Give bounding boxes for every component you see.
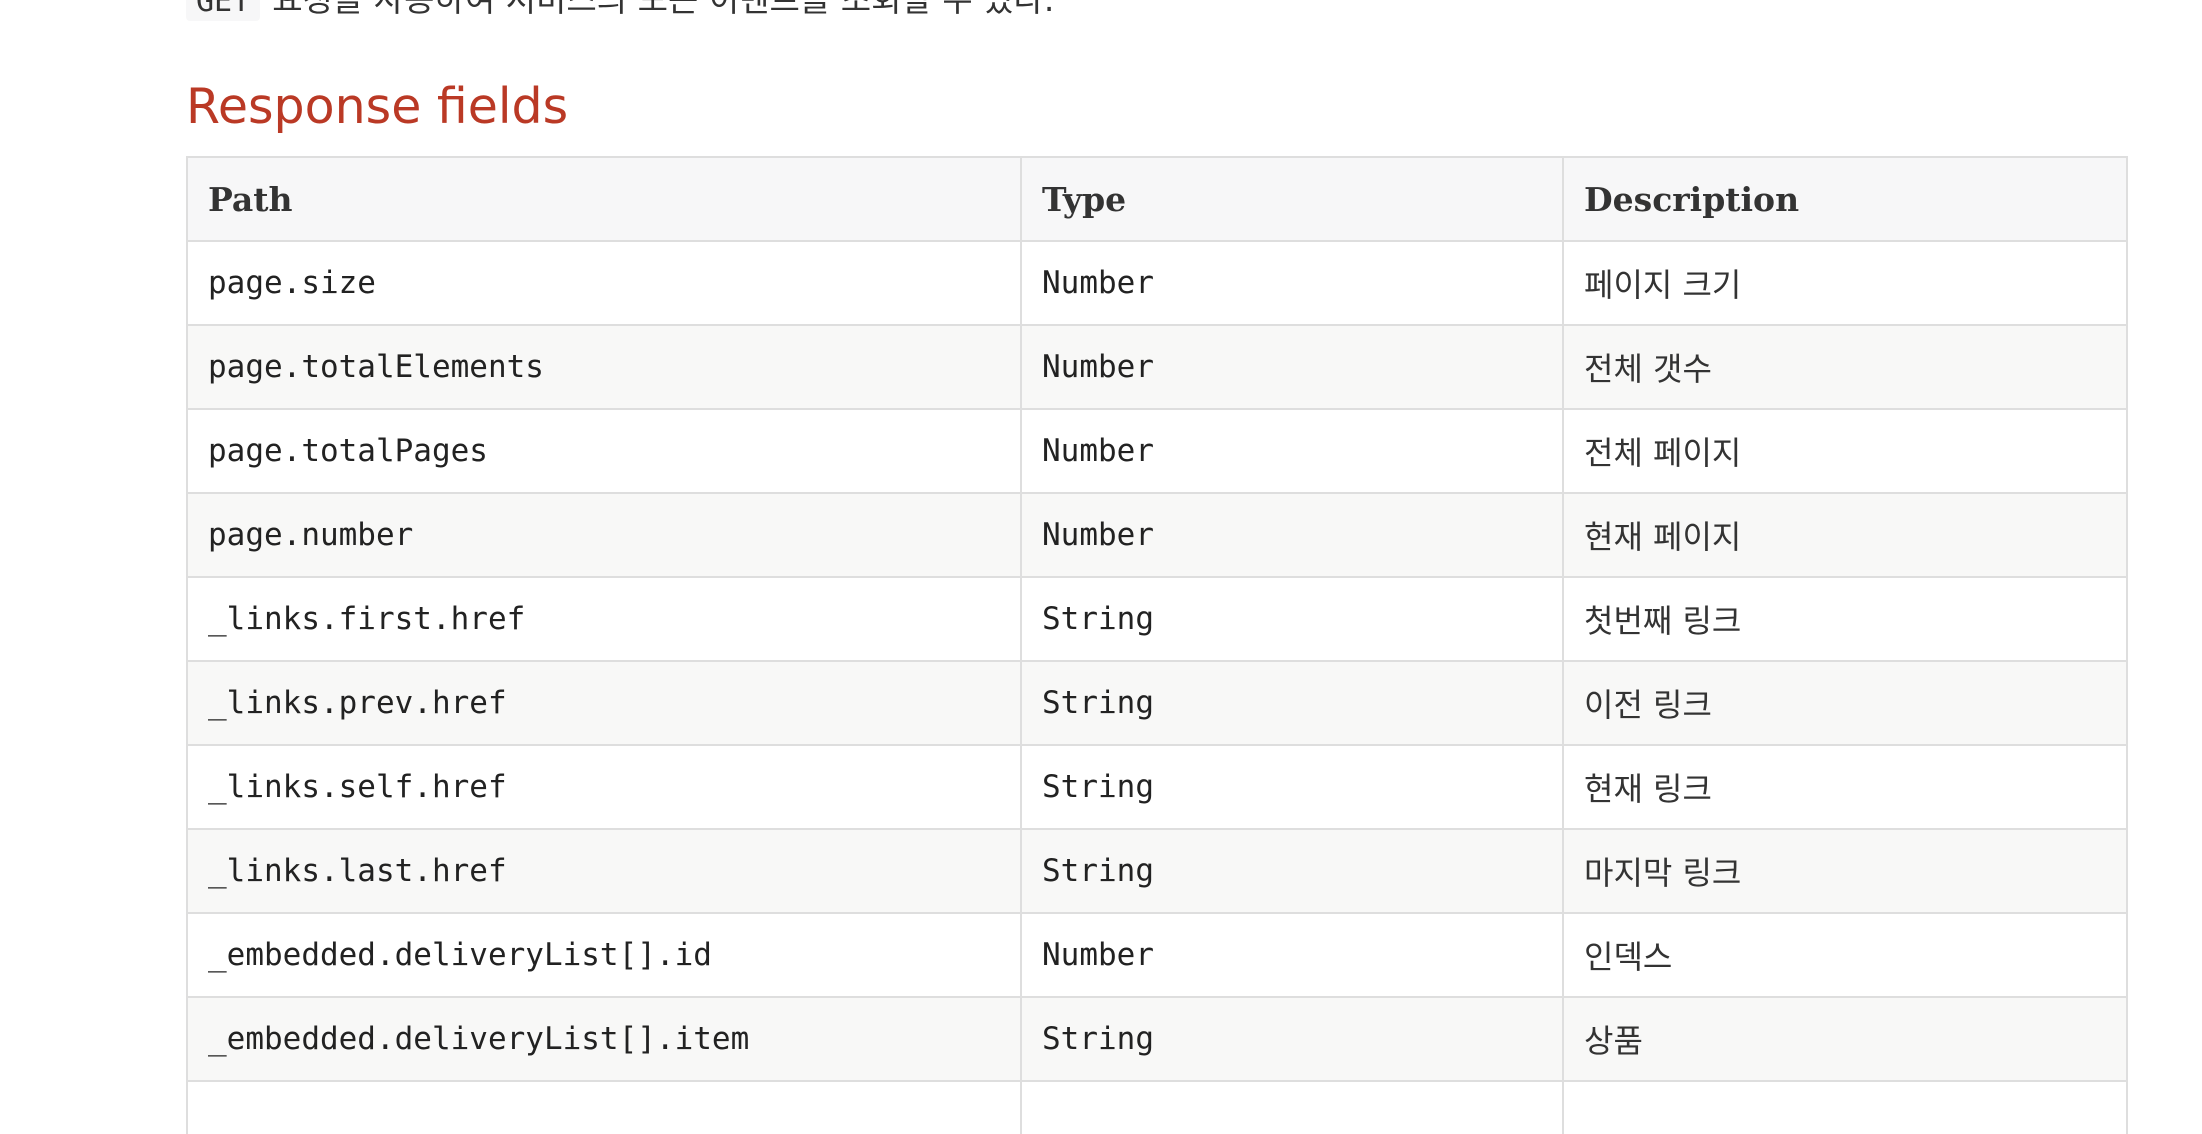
intro-paragraph: GET 요청을 사용하여 서비스의 모든 이벤트를 조회할 수 있다. [186, 0, 1054, 24]
cell-type [1020, 1080, 1564, 1134]
header-type: Type [1020, 156, 1564, 242]
table-row: page.totalPages Number 전체 페이지 [186, 408, 2128, 494]
cell-type: String [1020, 660, 1564, 746]
table-row: page.size Number 페이지 크기 [186, 240, 2128, 326]
table-row: _embedded.deliveryList[].id Number 인덱스 [186, 912, 2128, 998]
table-row: _links.prev.href String 이전 링크 [186, 660, 2128, 746]
table-row: page.number Number 현재 페이지 [186, 492, 2128, 578]
cell-description: 상품 [1562, 996, 2128, 1082]
section-title: Response fields [186, 78, 569, 135]
cell-path: _links.self.href [186, 744, 1022, 830]
cell-path: page.size [186, 240, 1022, 326]
cell-description: 현재 링크 [1562, 744, 2128, 830]
cell-path: _links.last.href [186, 828, 1022, 914]
cell-type: String [1020, 744, 1564, 830]
table-row: _embedded.deliveryList[].item String 상품 [186, 996, 2128, 1082]
header-description: Description [1562, 156, 2128, 242]
cell-path: _embedded.deliveryList[].item [186, 996, 1022, 1082]
table-row: page.totalElements Number 전체 갯수 [186, 324, 2128, 410]
http-method-code: GET [186, 0, 261, 21]
cell-type: Number [1020, 324, 1564, 410]
cell-path: page.totalPages [186, 408, 1022, 494]
cell-path: _links.prev.href [186, 660, 1022, 746]
cell-type: Number [1020, 408, 1564, 494]
table-row: _links.self.href String 현재 링크 [186, 744, 2128, 830]
cell-type: String [1020, 828, 1564, 914]
cell-description: 첫번째 링크 [1562, 576, 2128, 662]
cell-type: String [1020, 996, 1564, 1082]
table-row [186, 1080, 2128, 1134]
cell-path: page.totalElements [186, 324, 1022, 410]
response-fields-table: Path Type Description page.size Number 페… [186, 156, 2128, 1134]
cell-type: Number [1020, 240, 1564, 326]
cell-path: _links.first.href [186, 576, 1022, 662]
cell-type: String [1020, 576, 1564, 662]
cell-description [1562, 1080, 2128, 1134]
cell-description: 현재 페이지 [1562, 492, 2128, 578]
cell-type: Number [1020, 912, 1564, 998]
table-row: _links.last.href String 마지막 링크 [186, 828, 2128, 914]
cell-type: Number [1020, 492, 1564, 578]
cell-description: 전체 갯수 [1562, 324, 2128, 410]
cell-description: 페이지 크기 [1562, 240, 2128, 326]
cell-description: 인덱스 [1562, 912, 2128, 998]
table-header-row: Path Type Description [186, 156, 2128, 242]
cell-description: 이전 링크 [1562, 660, 2128, 746]
header-path: Path [186, 156, 1022, 242]
cell-description: 전체 페이지 [1562, 408, 2128, 494]
intro-text: 요청을 사용하여 서비스의 모든 이벤트를 조회할 수 있다. [272, 0, 1054, 19]
cell-path: _embedded.deliveryList[].id [186, 912, 1022, 998]
cell-description: 마지막 링크 [1562, 828, 2128, 914]
cell-path: page.number [186, 492, 1022, 578]
cell-path [186, 1080, 1022, 1134]
document-page: GET 요청을 사용하여 서비스의 모든 이벤트를 조회할 수 있다. Respo… [0, 0, 2202, 1134]
table-row: _links.first.href String 첫번째 링크 [186, 576, 2128, 662]
